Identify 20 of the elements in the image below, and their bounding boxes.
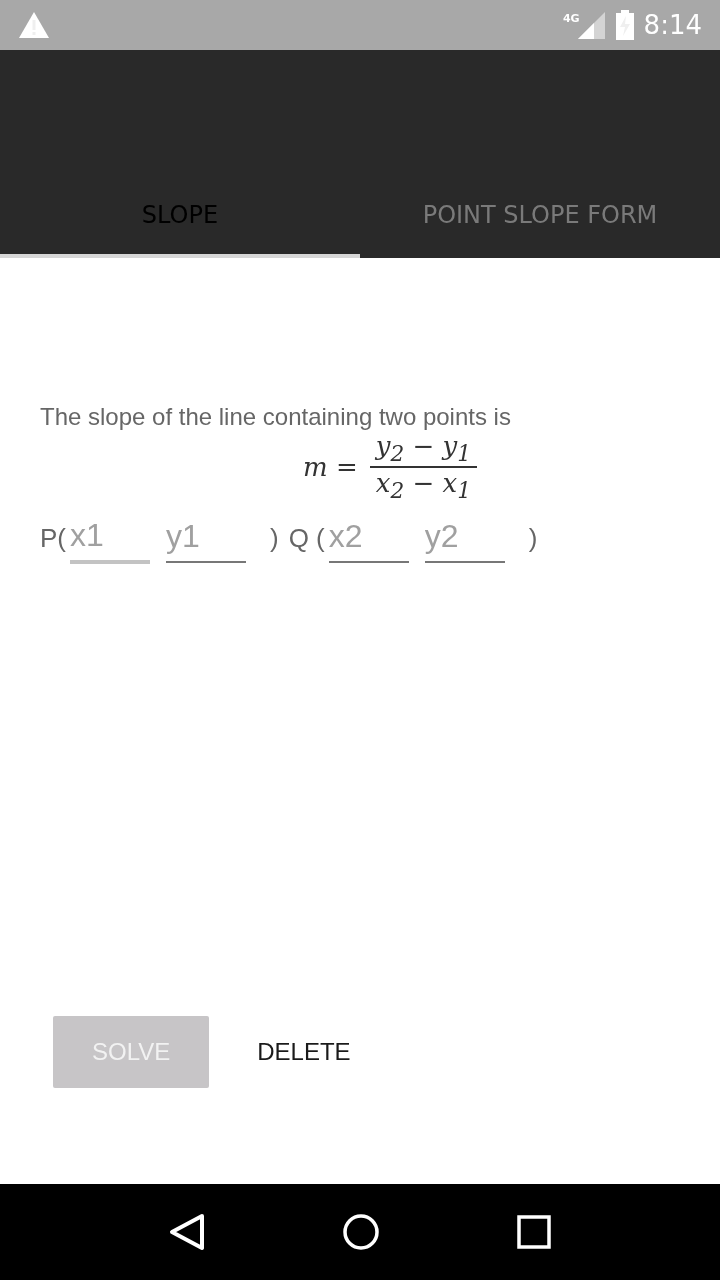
clock: 8:14 (643, 10, 702, 40)
back-icon[interactable] (169, 1213, 205, 1251)
home-icon[interactable] (343, 1214, 379, 1250)
coordinate-field[interactable]: x1 (70, 513, 150, 565)
point-label: Q ( (288, 523, 325, 555)
closing-parenthesis: ) (270, 523, 279, 555)
coordinate-field[interactable]: x2 (328, 514, 409, 564)
battery-charging-icon (615, 10, 634, 40)
coordinate-field[interactable]: y1 (166, 514, 246, 564)
warning-icon (18, 11, 50, 39)
coordinate-field[interactable]: y2 (424, 514, 505, 564)
network-type: 4G (562, 11, 580, 25)
tab[interactable]: POINT SLOPE FORM (360, 180, 720, 258)
delete-button[interactable]: DELETE (249, 1016, 359, 1088)
formula-fraction: y$_{2}$ − y$_{1}$ x$_{2}$ − x$_{1}$ (369, 431, 477, 504)
formula-variable: m = (303, 452, 358, 483)
description-text: The slope of the line containing two points is (40, 403, 512, 431)
point-label: P( (40, 523, 66, 555)
recents-icon[interactable] (517, 1215, 551, 1249)
closing-parenthesis: ) (528, 523, 538, 555)
